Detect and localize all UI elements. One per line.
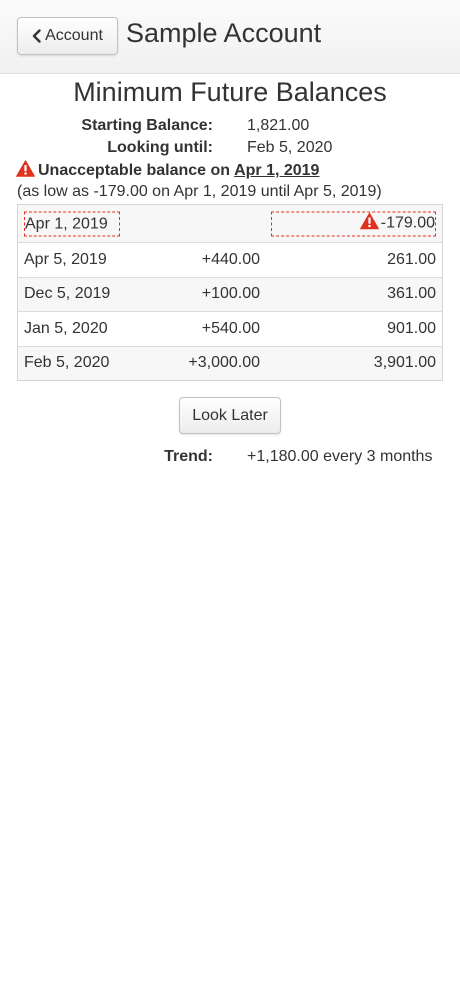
warning-detail: (as low as -179.00 on Apr 1, 2019 until … <box>17 183 382 200</box>
chevron-left-icon <box>32 29 41 43</box>
row-date: Apr 1, 2019 <box>24 211 120 236</box>
navigation-bar: Account Sample Account <box>0 0 460 74</box>
look-later-button[interactable]: Look Later <box>179 397 281 434</box>
table-row[interactable]: Apr 5, 2019 +440.00 261.00 <box>18 242 442 277</box>
table-row[interactable]: Jan 5, 2020 +540.00 901.00 <box>18 311 442 346</box>
balance-warning: Unacceptable balance on Apr 1, 2019 <box>16 160 319 182</box>
trend-value: +1,180.00 every 3 months <box>247 448 433 465</box>
balances-table: Apr 1, 2019 -179.00 Apr 5, 2019 +440.00 … <box>17 204 443 381</box>
table-row[interactable]: Feb 5, 2020 +3,000.00 3,901.00 <box>18 345 442 380</box>
row-delta: +440.00 <box>201 250 260 268</box>
table-row[interactable]: Dec 5, 2019 +100.00 361.00 <box>18 276 442 311</box>
row-delta: +540.00 <box>201 319 260 337</box>
starting-balance-value: 1,821.00 <box>247 117 310 134</box>
page-title: Minimum Future Balances <box>73 77 387 107</box>
warning-triangle-icon <box>359 212 379 235</box>
row-delta: +100.00 <box>201 285 260 303</box>
warning-date-link[interactable]: Apr 1, 2019 <box>234 162 319 180</box>
row-balance: 901.00 <box>387 319 436 337</box>
row-date: Apr 5, 2019 <box>24 250 107 268</box>
table-row[interactable]: Apr 1, 2019 -179.00 <box>18 205 442 242</box>
row-date: Jan 5, 2020 <box>24 319 108 337</box>
row-delta: +3,000.00 <box>188 354 260 372</box>
back-button-label: Account <box>45 27 103 44</box>
row-balance-value: -179.00 <box>380 214 435 232</box>
row-date: Dec 5, 2019 <box>24 285 111 303</box>
row-date: Feb 5, 2020 <box>24 354 110 372</box>
row-balance: -179.00 <box>271 211 436 236</box>
warning-text: Unacceptable balance on <box>38 162 231 179</box>
header-title: Sample Account <box>126 18 322 48</box>
row-balance: 261.00 <box>387 250 436 268</box>
row-balance: 3,901.00 <box>373 354 436 372</box>
warning-triangle-icon <box>16 160 35 182</box>
starting-balance-label: Starting Balance: <box>81 117 213 134</box>
looking-until-label: Looking until: <box>107 139 213 156</box>
back-button[interactable]: Account <box>17 17 118 55</box>
row-balance: 361.00 <box>387 285 436 303</box>
trend-label: Trend: <box>164 448 213 465</box>
looking-until-value: Feb 5, 2020 <box>247 139 333 156</box>
